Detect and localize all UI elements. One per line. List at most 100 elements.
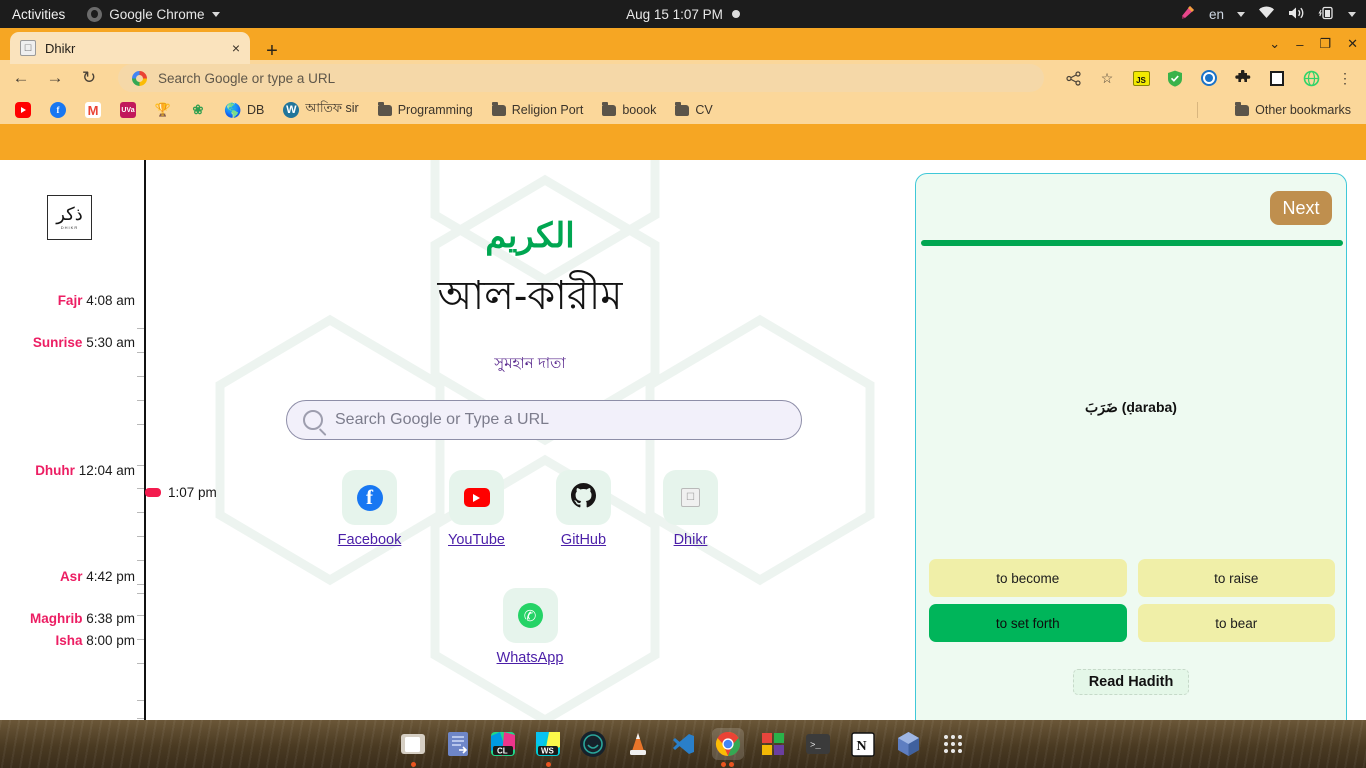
timeline-tick bbox=[137, 639, 144, 641]
bookmark-folder-religion-port[interactable]: Religion Port bbox=[485, 100, 591, 120]
timeline-tick bbox=[137, 328, 144, 330]
answer-option-to-raise[interactable]: to raise bbox=[1137, 559, 1335, 597]
timeline-tick bbox=[137, 352, 144, 354]
adguard-shield-icon[interactable] bbox=[1164, 67, 1186, 89]
bookmark-label: Religion Port bbox=[511, 103, 584, 117]
running-indicator bbox=[410, 762, 416, 767]
clion-app-icon[interactable]: CL bbox=[487, 728, 519, 760]
timeline-tick bbox=[137, 512, 144, 514]
terminal-app-icon[interactable]: >_ bbox=[802, 728, 834, 760]
bookmark-uva[interactable]: UVa bbox=[113, 99, 143, 121]
close-window-button[interactable]: ✕ bbox=[1347, 36, 1358, 52]
bookmark-db[interactable]: 🌎 DB bbox=[218, 99, 271, 121]
folder-icon bbox=[491, 101, 506, 116]
vscode-app-icon[interactable] bbox=[667, 728, 699, 760]
whatsapp-icon: ✆ bbox=[517, 603, 543, 628]
other-bookmarks-label: Other bookmarks bbox=[1255, 103, 1351, 117]
dark-circle-app-icon[interactable] bbox=[577, 728, 609, 760]
prayer-time-asr: Asr 4:42 pm bbox=[59, 569, 135, 584]
circle-extension-icon[interactable] bbox=[1198, 67, 1220, 89]
bookmark-facebook[interactable]: f bbox=[43, 99, 73, 121]
shortcut-whatsapp[interactable]: ✆ WhatsApp bbox=[491, 588, 569, 666]
browser-tab-dhikr[interactable]: ☐ Dhikr × bbox=[10, 32, 250, 64]
next-button[interactable]: Next bbox=[1270, 191, 1332, 225]
shortcut-row-1: f Facebook YouTube GitHub ☐ Dhikr bbox=[145, 470, 915, 548]
read-hadith-button[interactable]: Read Hadith bbox=[1073, 669, 1189, 695]
reload-button[interactable]: ↻ bbox=[78, 67, 100, 89]
activities-button[interactable]: Activities bbox=[0, 7, 79, 22]
share-icon[interactable] bbox=[1062, 67, 1084, 89]
shortcut-github[interactable]: GitHub bbox=[545, 470, 623, 548]
volume-icon[interactable] bbox=[1288, 6, 1305, 23]
answer-option-to-bear[interactable]: to bear bbox=[1137, 604, 1335, 642]
bookmark-leaf[interactable]: ❀ bbox=[183, 99, 213, 121]
virtualbox-app-icon[interactable] bbox=[892, 728, 924, 760]
newtab-center: الكريم আল-কারীম সুমহান দাতা Search Googl… bbox=[145, 160, 915, 748]
application-dock: CL WS >_ N bbox=[383, 722, 983, 767]
chrome-app-icon[interactable] bbox=[712, 728, 744, 767]
tab-title: Dhikr bbox=[45, 40, 76, 56]
forward-button[interactable]: → bbox=[44, 67, 66, 89]
answer-option-to-set-forth[interactable]: to set forth bbox=[929, 604, 1127, 642]
timeline-tick bbox=[137, 663, 144, 665]
language-indicator[interactable]: en bbox=[1209, 7, 1224, 22]
puzzle-extension-icon[interactable] bbox=[1232, 67, 1254, 89]
show-applications-button[interactable] bbox=[937, 728, 969, 760]
answer-option-to-become[interactable]: to become bbox=[929, 559, 1127, 597]
js-extension-icon[interactable]: JS bbox=[1130, 67, 1152, 89]
recording-dot-icon bbox=[731, 10, 740, 18]
bookmark-star-icon[interactable]: ☆ bbox=[1096, 67, 1118, 89]
other-bookmarks-button[interactable]: Other bookmarks bbox=[1228, 100, 1358, 120]
bookmark-youtube[interactable] bbox=[8, 99, 38, 121]
gnome-top-bar: Activities Google Chrome Aug 15 1:07 PM … bbox=[0, 0, 1366, 28]
chrome-icon bbox=[87, 6, 103, 22]
back-button[interactable]: ← bbox=[10, 67, 32, 89]
text-editor-app-icon[interactable] bbox=[442, 728, 474, 760]
shortcut-facebook[interactable]: f Facebook bbox=[331, 470, 409, 548]
timeline-tick bbox=[137, 488, 144, 490]
globe-extension-icon[interactable] bbox=[1300, 67, 1322, 89]
shortcut-dhikr[interactable]: ☐ Dhikr bbox=[652, 470, 730, 548]
bookmark-folder-cv[interactable]: CV bbox=[668, 100, 719, 120]
shortcut-youtube[interactable]: YouTube bbox=[438, 470, 516, 548]
page-search-input[interactable]: Search Google or Type a URL bbox=[286, 400, 802, 440]
bookmarks-divider bbox=[1197, 102, 1198, 118]
bookmark-label: আতিফ sir bbox=[305, 101, 359, 115]
files-app-icon[interactable] bbox=[397, 728, 429, 767]
quiz-answers: to become to raise to set forth to bear bbox=[929, 559, 1335, 642]
minimize-button[interactable]: – bbox=[1296, 37, 1303, 52]
bookmark-trophy[interactable]: 🏆 bbox=[148, 99, 178, 121]
side-panel-icon[interactable] bbox=[1266, 67, 1288, 89]
chevron-down-icon[interactable] bbox=[1348, 11, 1356, 17]
bookmark-gmail[interactable]: M bbox=[78, 99, 108, 121]
bookmark-atif-sir[interactable]: W আতিফ sir bbox=[276, 97, 365, 123]
timeline-tick bbox=[137, 424, 144, 426]
shortcut-tile: ☐ bbox=[663, 470, 718, 525]
bookmark-folder-programming[interactable]: Programming bbox=[371, 100, 480, 120]
address-bar[interactable]: Search Google or type a URL bbox=[118, 64, 1044, 92]
clock-menu[interactable]: Aug 15 1:07 PM bbox=[578, 7, 788, 22]
shortcut-label: YouTube bbox=[448, 532, 505, 548]
vlc-app-icon[interactable] bbox=[622, 728, 654, 760]
close-icon[interactable]: × bbox=[232, 40, 240, 56]
webstorm-app-icon[interactable]: WS bbox=[532, 728, 564, 767]
expand-icon[interactable]: ⌄ bbox=[1269, 36, 1280, 52]
trophy-favicon: 🏆 bbox=[154, 102, 172, 117]
shortcut-label: GitHub bbox=[560, 532, 607, 548]
wifi-icon[interactable] bbox=[1258, 6, 1275, 22]
notion-app-icon[interactable]: N bbox=[847, 728, 879, 760]
color-picker-icon[interactable] bbox=[1179, 4, 1196, 24]
bookmark-label: Programming bbox=[397, 103, 473, 117]
svg-text:>_: >_ bbox=[810, 741, 821, 751]
three-dot-menu-icon[interactable]: ⋮ bbox=[1334, 67, 1356, 89]
bookmark-folder-boook[interactable]: boook bbox=[595, 100, 663, 120]
maximize-button[interactable]: ❐ bbox=[1319, 36, 1331, 52]
new-tab-button[interactable]: + bbox=[258, 38, 286, 64]
app-grid-icon bbox=[944, 735, 962, 753]
bengali-meaning-subtitle: সুমহান দাতা bbox=[494, 355, 566, 372]
shortcut-row-2: ✆ WhatsApp bbox=[145, 588, 915, 666]
microsoft-office-app-icon[interactable] bbox=[757, 728, 789, 760]
active-app-menu[interactable]: Google Chrome bbox=[79, 6, 227, 22]
dhikr-logo: ذكر DHIKR bbox=[47, 195, 92, 240]
battery-icon[interactable] bbox=[1318, 6, 1335, 23]
